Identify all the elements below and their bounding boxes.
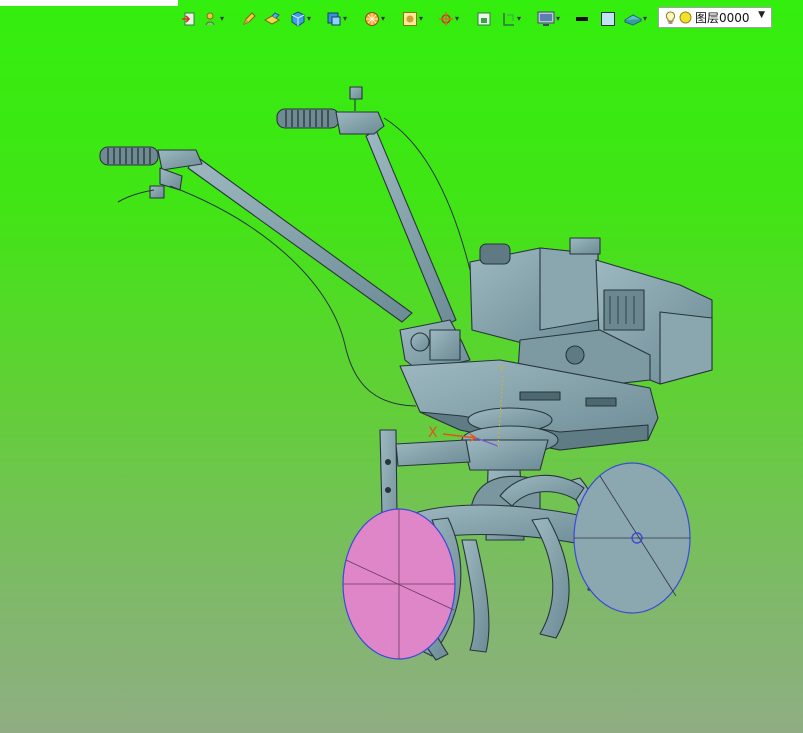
left-handle[interactable] [99,146,417,407]
right-shield-disc[interactable] [573,462,691,614]
axis-y-label: Y [498,365,505,375]
model-viewport[interactable]: X Y [0,0,803,733]
left-shield-disc[interactable] [342,508,456,660]
axis-x-label: X [428,425,438,441]
tiller-model[interactable] [99,86,713,661]
